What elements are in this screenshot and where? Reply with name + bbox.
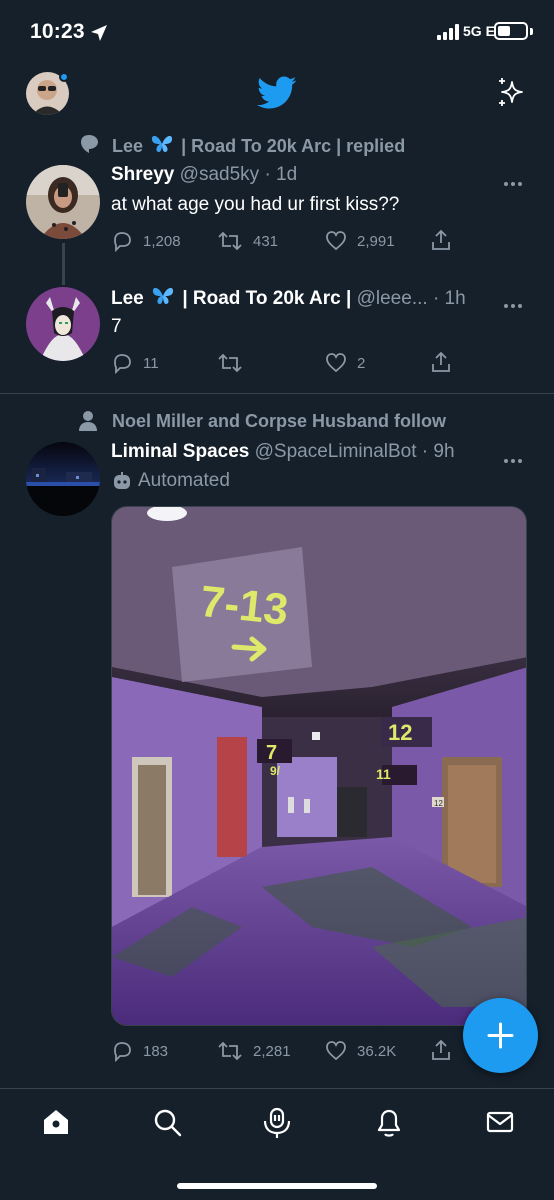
social-context-name[interactable]: Lee bbox=[112, 136, 143, 156]
notification-dot bbox=[59, 72, 69, 82]
like-button[interactable]: 36.2K bbox=[325, 1040, 396, 1062]
more-options-icon[interactable] bbox=[504, 450, 525, 468]
retweet-count: 431 bbox=[253, 232, 279, 250]
sign-12: 12 bbox=[388, 720, 412, 745]
sign-11: 11 bbox=[376, 766, 391, 782]
reply-icon bbox=[114, 1042, 131, 1062]
robot-icon bbox=[114, 472, 130, 489]
sign-9: 9/ bbox=[270, 764, 281, 778]
author-name[interactable]: Shreyy bbox=[111, 164, 174, 185]
person-icon bbox=[79, 411, 97, 431]
tweet-text: 7 bbox=[111, 316, 122, 337]
reply-icon bbox=[114, 354, 131, 374]
author-handle[interactable]: @leee... bbox=[357, 288, 428, 309]
reply-button[interactable]: 1,208 bbox=[111, 230, 181, 252]
tweet-social-context: Lee | Road To 20k Arc | replied bbox=[112, 134, 405, 157]
home-icon[interactable] bbox=[41, 1107, 71, 1137]
compose-tweet-button[interactable] bbox=[463, 998, 538, 1073]
tweet-header: Shreyy @sad5ky · 1d bbox=[111, 164, 297, 186]
tweet-avatar-shreyy[interactable] bbox=[26, 165, 100, 239]
heart-icon bbox=[326, 231, 346, 251]
more-options-icon[interactable] bbox=[504, 173, 525, 191]
tweet-time: · 1d bbox=[264, 164, 298, 185]
like-count: 36.2K bbox=[357, 1042, 397, 1060]
share-icon[interactable] bbox=[430, 1039, 452, 1061]
tweet-social-context[interactable]: Noel Miller and Corpse Husband follow bbox=[112, 411, 446, 432]
tweet-text: at what age you had ur first kiss?? bbox=[111, 194, 400, 215]
butterfly-emoji-icon bbox=[152, 287, 174, 304]
signal-icon bbox=[437, 24, 459, 40]
status-time: 10:23 bbox=[30, 20, 85, 43]
reply-icon bbox=[114, 232, 131, 252]
author-name[interactable]: Liminal Spaces bbox=[111, 441, 249, 462]
messages-icon[interactable] bbox=[485, 1107, 515, 1137]
author-name-suffix[interactable]: | Road To 20k Arc | bbox=[182, 288, 351, 309]
like-button[interactable]: 2,991 bbox=[325, 230, 395, 252]
reply-context-icon bbox=[81, 135, 98, 153]
retweet-button[interactable]: 2,281 bbox=[217, 1040, 291, 1062]
location-arrow-icon bbox=[91, 25, 107, 41]
tweet-divider bbox=[0, 393, 554, 394]
like-count: 2,991 bbox=[357, 232, 395, 250]
like-button[interactable]: 2 bbox=[325, 352, 365, 374]
tweet-header: Liminal Spaces @SpaceLiminalBot · 9h bbox=[111, 441, 455, 463]
butterfly-emoji-icon bbox=[151, 135, 173, 152]
reply-button[interactable]: 183 bbox=[111, 1040, 168, 1062]
sign-main: 7-13 bbox=[198, 577, 291, 635]
retweet-icon bbox=[218, 231, 242, 251]
sign-7: 7 bbox=[266, 742, 277, 764]
reply-button[interactable]: 11 bbox=[111, 352, 159, 374]
heart-icon bbox=[326, 353, 346, 373]
door-number: 12 bbox=[434, 799, 443, 808]
automated-text: Automated bbox=[138, 470, 230, 491]
social-context-suffix: | Road To 20k Arc | replied bbox=[181, 136, 406, 156]
like-count: 2 bbox=[357, 354, 366, 372]
author-handle[interactable]: @SpaceLiminalBot bbox=[255, 441, 417, 462]
network-label: 5G E bbox=[463, 23, 495, 39]
retweet-button[interactable]: 431 bbox=[217, 230, 278, 252]
tweet-header: Lee | Road To 20k Arc | @leee... · 1h bbox=[111, 286, 466, 310]
notifications-icon[interactable] bbox=[374, 1107, 404, 1137]
battery-icon bbox=[494, 22, 528, 40]
author-name-prefix[interactable]: Lee bbox=[111, 288, 144, 309]
author-handle[interactable]: @sad5ky bbox=[180, 164, 260, 185]
home-indicator bbox=[177, 1183, 377, 1189]
heart-icon bbox=[326, 1041, 346, 1061]
thread-line bbox=[62, 243, 65, 285]
sparkle-icon[interactable] bbox=[495, 76, 527, 108]
plus-icon bbox=[487, 1022, 514, 1049]
tweet-time: · 9h bbox=[421, 441, 455, 462]
more-options-icon[interactable] bbox=[504, 295, 525, 313]
retweet-button[interactable] bbox=[217, 352, 253, 374]
retweet-icon bbox=[218, 353, 242, 373]
reply-count: 11 bbox=[143, 354, 159, 372]
tweet-avatar-lee[interactable] bbox=[26, 287, 100, 361]
tweet-time: · 1h bbox=[432, 288, 466, 309]
reply-count: 1,208 bbox=[143, 232, 181, 250]
top-bar bbox=[0, 62, 554, 126]
status-bar: 10:23 5G E bbox=[0, 0, 554, 62]
battery-nub bbox=[530, 28, 533, 35]
search-icon[interactable] bbox=[152, 1107, 182, 1137]
retweet-icon bbox=[218, 1041, 242, 1061]
automated-label: Automated bbox=[112, 470, 230, 492]
spaces-icon[interactable] bbox=[262, 1107, 292, 1139]
tweet-media-image[interactable]: 7-13 12 7 9/ 11 12 bbox=[111, 506, 527, 1026]
twitter-bird-icon[interactable] bbox=[257, 76, 297, 110]
retweet-count: 2,281 bbox=[253, 1042, 291, 1060]
tweet-avatar-liminal[interactable] bbox=[26, 442, 100, 516]
reply-count: 183 bbox=[143, 1042, 169, 1060]
share-icon[interactable] bbox=[430, 351, 452, 373]
share-icon[interactable] bbox=[430, 229, 452, 251]
